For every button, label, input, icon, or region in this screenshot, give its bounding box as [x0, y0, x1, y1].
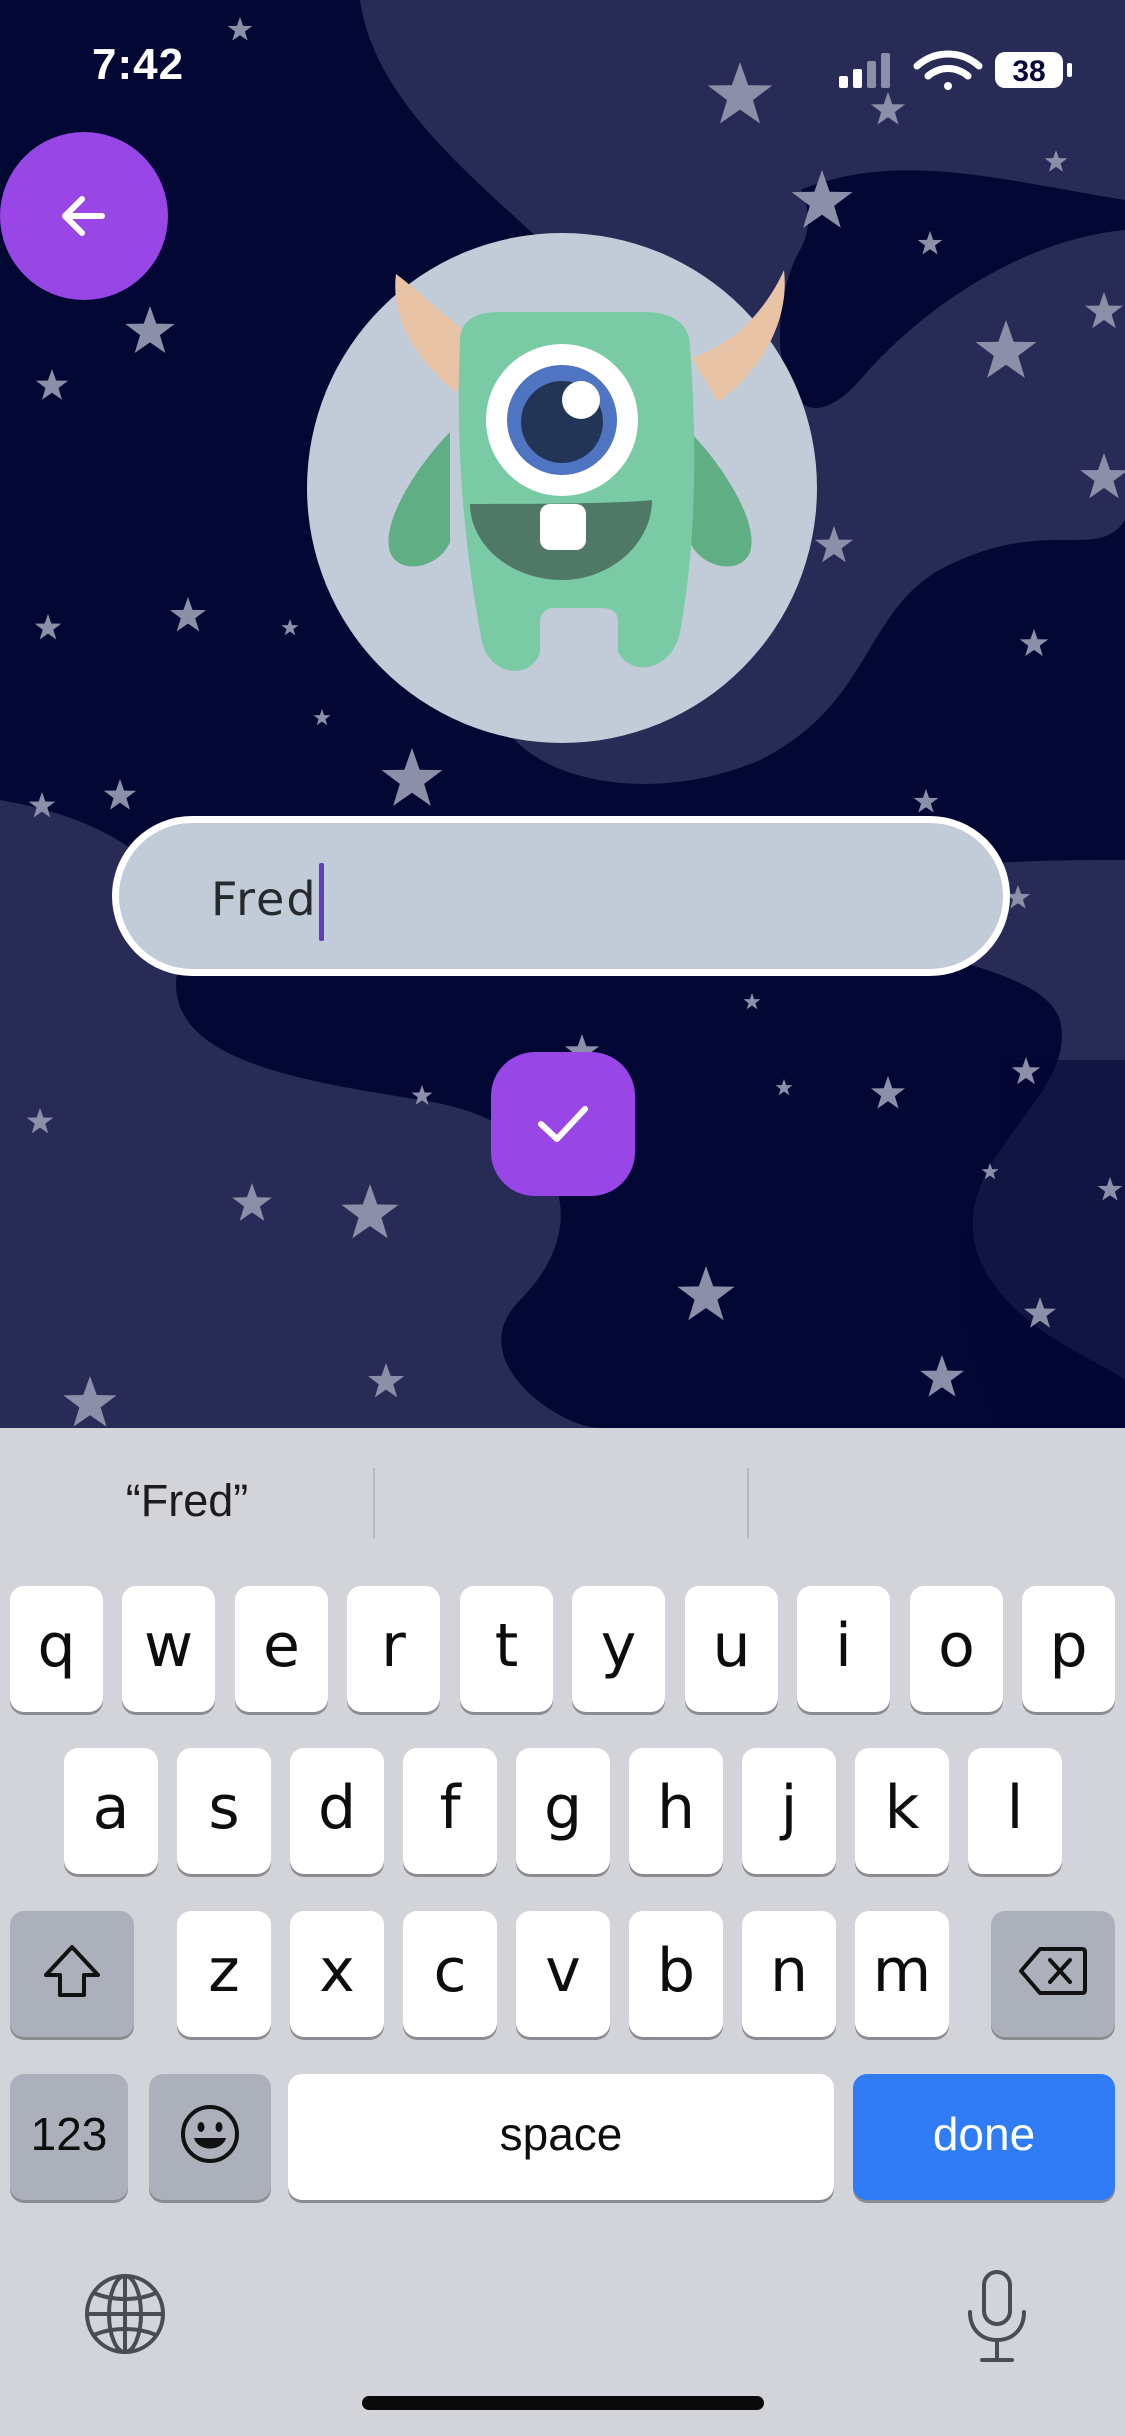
- microphone-icon: [968, 2270, 1026, 2362]
- key-b[interactable]: b: [629, 1911, 723, 2037]
- key-d[interactable]: d: [290, 1748, 384, 1874]
- key-v[interactable]: v: [516, 1911, 610, 2037]
- keyboard: “Fred” q w e r t y u i o p a s d f g h j…: [0, 1428, 1125, 2436]
- numbers-key[interactable]: 123: [10, 2074, 128, 2200]
- key-q[interactable]: q: [10, 1586, 103, 1712]
- key-k[interactable]: k: [855, 1748, 949, 1874]
- done-key[interactable]: done: [853, 2074, 1115, 2200]
- microphone-button[interactable]: [962, 2268, 1032, 2368]
- app-screen: 7:42 38: [0, 0, 1125, 1428]
- back-button[interactable]: [0, 132, 168, 300]
- key-a[interactable]: a: [64, 1748, 158, 1874]
- space-key[interactable]: space: [288, 2074, 834, 2200]
- suggestion-item-empty[interactable]: [749, 1466, 1125, 1536]
- battery-icon: 38: [995, 52, 1072, 88]
- key-g[interactable]: g: [516, 1748, 610, 1874]
- shift-icon: [44, 1945, 100, 1997]
- key-h[interactable]: h: [629, 1748, 723, 1874]
- backspace-icon: [1019, 1947, 1087, 1995]
- key-c[interactable]: c: [403, 1911, 497, 2037]
- suggestion-bar: “Fred”: [0, 1428, 1125, 1578]
- text-caret: [319, 863, 324, 941]
- backspace-key[interactable]: [991, 1911, 1115, 2037]
- globe-icon: [85, 2274, 165, 2354]
- globe-button[interactable]: [82, 2271, 168, 2357]
- key-w[interactable]: w: [122, 1586, 215, 1712]
- key-x[interactable]: x: [290, 1911, 384, 2037]
- name-field[interactable]: [112, 816, 1010, 976]
- emoji-key[interactable]: [149, 2074, 271, 2200]
- suggestion-item-empty[interactable]: [375, 1466, 747, 1536]
- key-i[interactable]: i: [797, 1586, 890, 1712]
- battery-level: 38: [1012, 55, 1045, 88]
- key-u[interactable]: u: [685, 1586, 778, 1712]
- signal-icon: [839, 53, 890, 88]
- status-time: 7:42: [92, 40, 185, 89]
- key-t[interactable]: t: [460, 1586, 553, 1712]
- name-input[interactable]: [209, 853, 913, 945]
- checkmark-icon: [538, 1106, 588, 1142]
- suggestion-item[interactable]: “Fred”: [0, 1466, 374, 1536]
- status-bar: 7:42 38: [0, 0, 1125, 130]
- arrow-left-icon: [62, 196, 105, 236]
- key-z[interactable]: z: [177, 1911, 271, 2037]
- home-indicator[interactable]: [362, 2396, 764, 2410]
- key-l[interactable]: l: [968, 1748, 1062, 1874]
- key-m[interactable]: m: [855, 1911, 949, 2037]
- key-j[interactable]: j: [742, 1748, 836, 1874]
- key-e[interactable]: e: [235, 1586, 328, 1712]
- status-icons: 38: [835, 48, 1085, 97]
- key-s[interactable]: s: [177, 1748, 271, 1874]
- key-y[interactable]: y: [572, 1586, 665, 1712]
- key-r[interactable]: r: [347, 1586, 440, 1712]
- key-n[interactable]: n: [742, 1911, 836, 2037]
- key-p[interactable]: p: [1022, 1586, 1115, 1712]
- shift-key[interactable]: [10, 1911, 134, 2037]
- key-o[interactable]: o: [910, 1586, 1003, 1712]
- emoji-icon: [181, 2105, 239, 2163]
- confirm-button[interactable]: [491, 1052, 635, 1196]
- monster-avatar[interactable]: [300, 232, 820, 752]
- wifi-icon: [913, 50, 983, 90]
- key-f[interactable]: f: [403, 1748, 497, 1874]
